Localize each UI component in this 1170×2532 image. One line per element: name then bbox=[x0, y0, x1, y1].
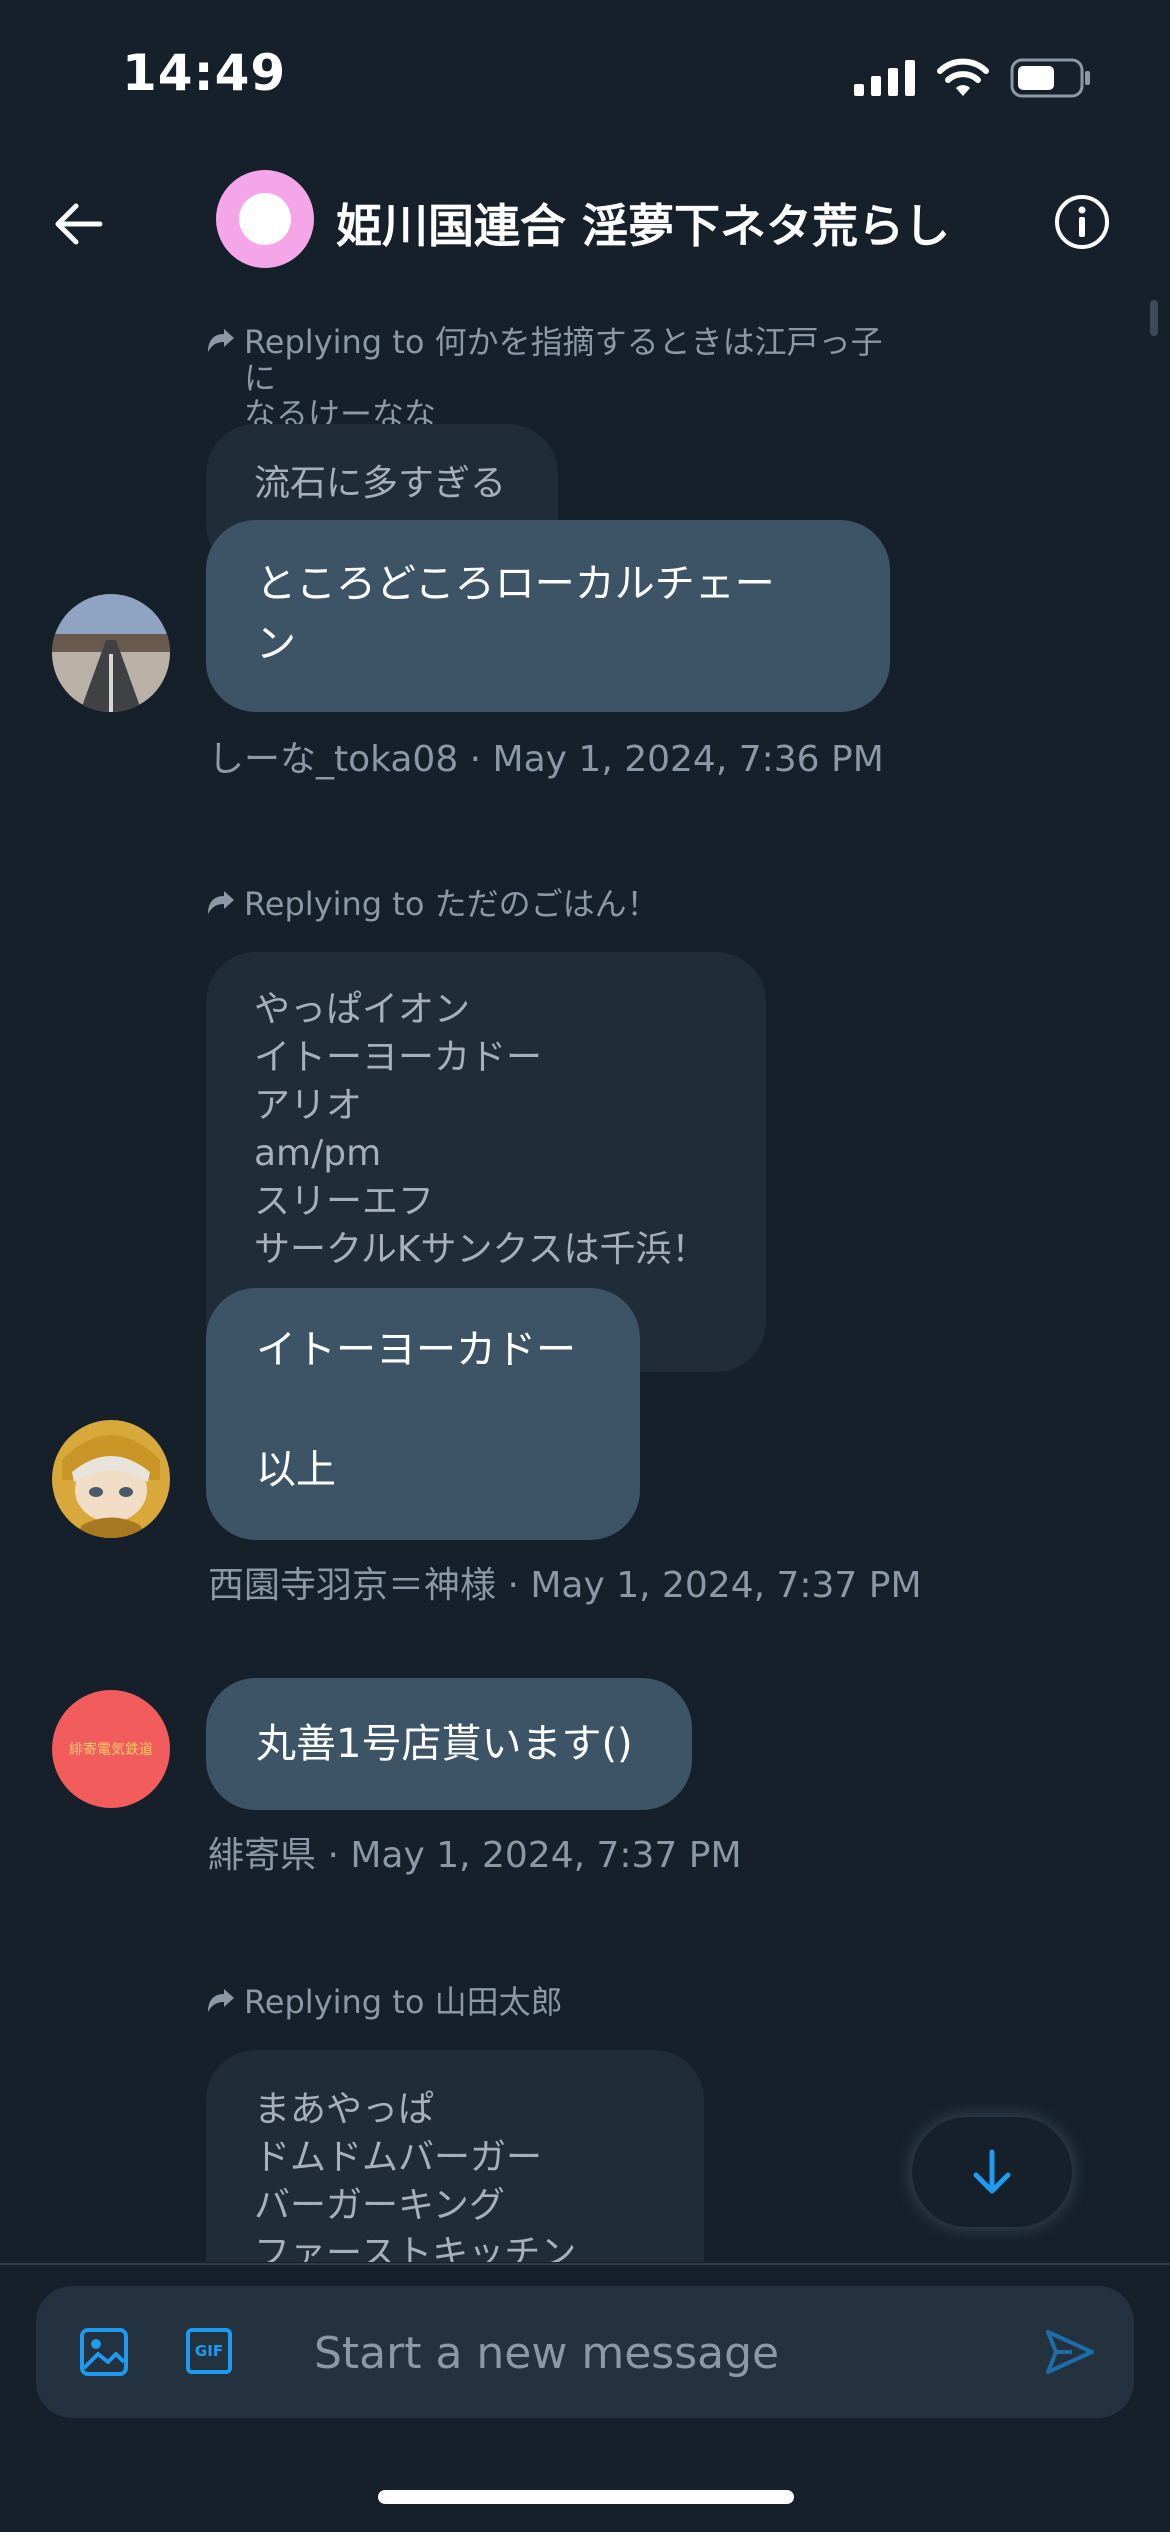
gif-label: GIF bbox=[194, 2342, 224, 2360]
message-line: ン bbox=[256, 621, 296, 667]
quoted-line: 流石に多すぎる bbox=[254, 463, 507, 504]
message-composer: GIF bbox=[36, 2286, 1134, 2418]
composer-divider bbox=[0, 2263, 1170, 2265]
message-bubble[interactable]: イトーヨーカドー 以上 bbox=[206, 1288, 640, 1540]
quoted-line: イトーヨーカドー bbox=[254, 1037, 543, 1078]
info-icon bbox=[1055, 195, 1109, 249]
cellular-signal-icon bbox=[854, 60, 915, 96]
reply-prefix: Replying to bbox=[244, 323, 425, 361]
message-line: イトーヨーカドー bbox=[256, 1327, 576, 1373]
gif-button[interactable]: GIF bbox=[186, 2328, 232, 2374]
message-bubble[interactable]: 丸善1号店貰います() bbox=[206, 1678, 692, 1810]
quoted-line: やっぱイオン bbox=[254, 989, 471, 1030]
user-avatar[interactable] bbox=[52, 594, 170, 712]
quoted-line: まあやっぱ bbox=[254, 2089, 435, 2130]
reply-target: 山田太郎 bbox=[434, 1983, 563, 2021]
road-photo-avatar bbox=[52, 594, 170, 712]
conversation-title[interactable]: 姫川国連合 淫夢下ネタ荒らし bbox=[336, 190, 950, 256]
reply-arrow-icon bbox=[208, 329, 234, 352]
quoted-line: スリーエフ bbox=[254, 1181, 435, 1222]
scrollbar[interactable] bbox=[1150, 300, 1158, 336]
message-line: 以上 bbox=[256, 1447, 336, 1493]
message-bubble[interactable]: ところどころローカルチェー ン bbox=[206, 520, 890, 712]
message-meta: しーな_toka08 · May 1, 2024, 7:36 PM bbox=[208, 739, 884, 780]
reply-arrow-icon bbox=[208, 891, 234, 914]
user-avatar[interactable]: 緋寄電気鉄道 bbox=[52, 1690, 170, 1808]
reply-context: Replying to 何かを指摘するときは江戸っ子に なるけーなな bbox=[206, 324, 906, 432]
quoted-line: ドムドムバーガー bbox=[254, 2137, 543, 2178]
scroll-to-bottom-button[interactable] bbox=[912, 2117, 1072, 2227]
quoted-line: サークルKサンクスは千浜！ bbox=[254, 1229, 708, 1270]
reply-prefix: Replying to bbox=[244, 1983, 425, 2021]
reply-context: Replying to 山田太郎 bbox=[206, 1984, 906, 2020]
reply-arrow-icon bbox=[208, 1989, 234, 2012]
quoted-line: バーガーキング bbox=[254, 2185, 505, 2226]
user-avatar[interactable] bbox=[52, 1420, 170, 1538]
group-avatar[interactable] bbox=[216, 170, 314, 268]
anime-character-avatar bbox=[52, 1420, 170, 1538]
arrow-down-icon bbox=[973, 2149, 1011, 2194]
message-line: ところどころローカルチェー bbox=[256, 561, 775, 607]
quoted-line: ファーストキッチン bbox=[254, 2233, 577, 2262]
send-icon[interactable] bbox=[1042, 2324, 1098, 2380]
info-button[interactable] bbox=[1054, 194, 1110, 250]
quoted-line: アリオ bbox=[254, 1085, 363, 1126]
message-meta: 西園寺羽京＝神様 · May 1, 2024, 7:37 PM bbox=[208, 1565, 922, 1606]
message-meta: 緋寄県 · May 1, 2024, 7:37 PM bbox=[208, 1835, 742, 1876]
avatar-logo-text: 緋寄電気鉄道 bbox=[69, 1742, 153, 1758]
home-indicator[interactable] bbox=[378, 2490, 794, 2504]
status-time: 14:49 bbox=[122, 44, 287, 102]
image-icon[interactable] bbox=[78, 2326, 130, 2378]
quoted-line: am/pm bbox=[254, 1133, 382, 1174]
back-button[interactable] bbox=[44, 188, 116, 260]
reply-target: ただのごはん！ bbox=[434, 885, 659, 923]
arrow-left-icon bbox=[55, 203, 103, 245]
reply-prefix: Replying to bbox=[244, 885, 425, 923]
wifi-icon bbox=[937, 58, 989, 96]
battery-icon bbox=[1010, 58, 1090, 98]
quoted-message[interactable]: まあやっぱ ドムドムバーガー バーガーキング ファーストキッチン bbox=[206, 2050, 704, 2262]
reply-context: Replying to ただのごはん！ bbox=[206, 886, 906, 922]
message-line: 丸善1号店貰います() bbox=[256, 1721, 633, 1767]
message-input[interactable] bbox=[312, 2316, 1036, 2390]
